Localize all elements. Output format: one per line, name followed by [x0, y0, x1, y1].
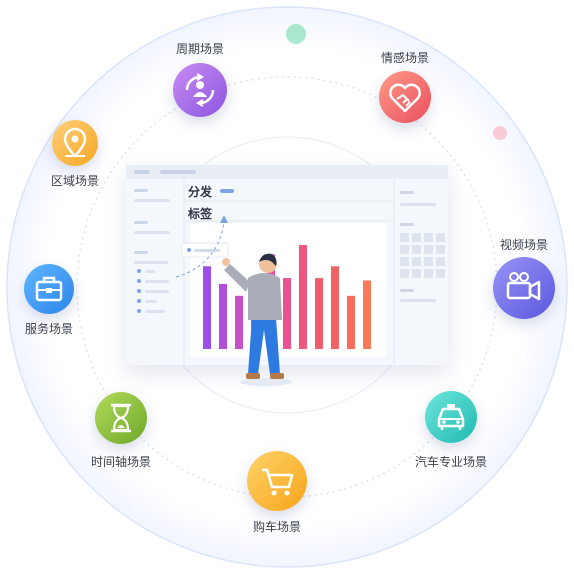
auto-label: 汽车专业场景: [414, 455, 488, 469]
briefcase-icon: [35, 276, 63, 302]
map-pin-icon: [63, 127, 87, 158]
region-circle: [52, 120, 98, 166]
hourglass-icon: [111, 403, 131, 433]
car-icon: [437, 404, 465, 430]
shopping-cart-icon: [262, 468, 294, 496]
video-label: 视频场景: [499, 238, 549, 252]
auto-circle: [425, 391, 477, 443]
cycle-person-icon: [185, 73, 215, 107]
region-label: 区域场景: [50, 174, 100, 188]
shopping-label: 购车场景: [252, 520, 302, 534]
service-label: 服务场景: [24, 322, 74, 336]
timeline-label: 时间轴场景: [90, 455, 152, 469]
handshake-heart-icon: [389, 83, 421, 113]
video-circle: [493, 257, 555, 319]
shopping-circle: [247, 451, 307, 511]
scenario-diagram: 分发 标签 周期场景 情感场景 区域场景 视频场景 服务场景 时间轴场景 汽车专…: [0, 0, 574, 574]
service-circle: [24, 264, 74, 314]
timeline-circle: [95, 392, 147, 444]
periodic-circle: [173, 63, 227, 117]
emotion-label: 情感场景: [380, 51, 430, 65]
video-camera-icon: [506, 272, 541, 301]
emotion-circle: [379, 71, 431, 123]
periodic-label: 周期场景: [175, 42, 225, 56]
